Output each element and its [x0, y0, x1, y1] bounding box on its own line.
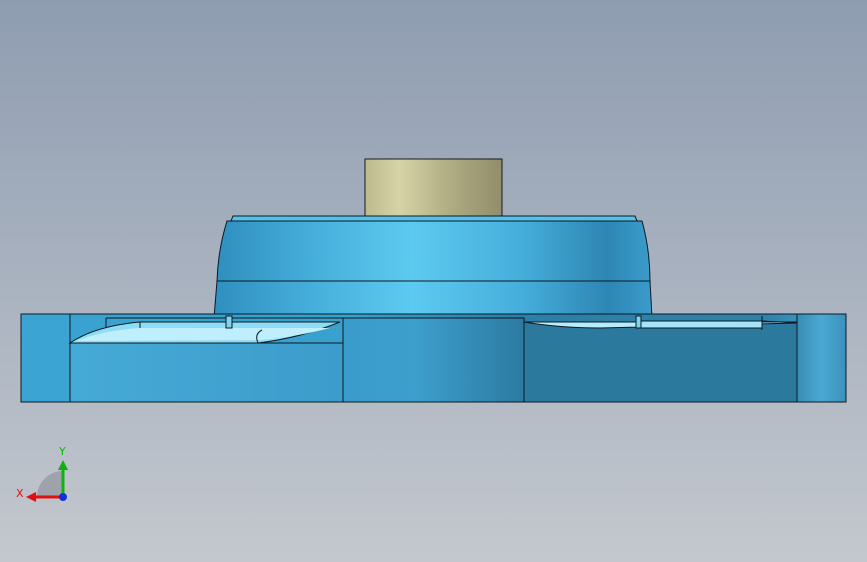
3d-model-view[interactable]: Y X — [0, 0, 867, 562]
z-axis-dot-icon — [59, 493, 67, 501]
x-axis-label: X — [16, 487, 24, 500]
triad-base-quadrant-icon — [37, 471, 63, 497]
top-boss — [364, 158, 503, 218]
conical-hub — [213, 215, 653, 319]
graphics-viewport[interactable]: Y X — [0, 0, 867, 562]
coordinate-triad[interactable]: Y X — [16, 445, 68, 502]
y-axis-label: Y — [58, 445, 66, 458]
